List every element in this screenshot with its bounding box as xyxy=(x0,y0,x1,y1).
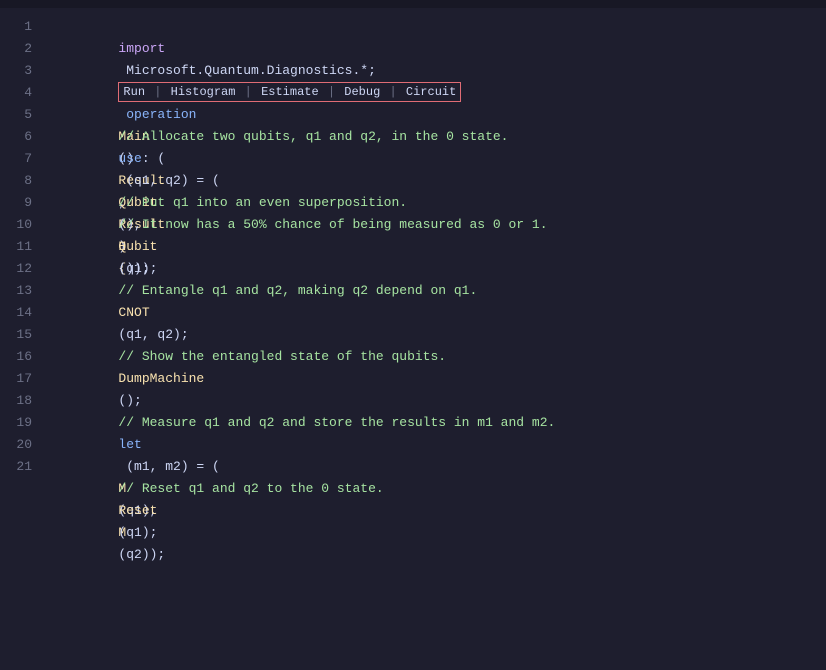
indent21 xyxy=(118,481,149,496)
code-content: import Microsoft.Quantum.Diagnostics.*; … xyxy=(48,8,826,670)
code-line-16 xyxy=(48,346,826,368)
line-num-4: 4 xyxy=(0,82,32,104)
code-line-14: // Show the entangled state of the qubit… xyxy=(48,302,826,324)
code-line-15: DumpMachine (); xyxy=(48,324,826,346)
line-num-3: 3 xyxy=(0,60,32,82)
code-line-10 xyxy=(48,214,826,236)
line-num-19: 19 xyxy=(0,412,32,434)
line-numbers: 1 2 3 4 5 6 7 8 9 10 11 12 13 14 15 16 1… xyxy=(0,8,48,670)
code-line-1: import Microsoft.Quantum.Diagnostics.*; xyxy=(48,16,826,38)
code-line-12: CNOT (q1, q2); xyxy=(48,258,826,280)
code-line-19 xyxy=(48,412,826,434)
line-num-11: 11 xyxy=(0,236,32,258)
code-line-20: // Reset q1 and q2 to the 0 state. xyxy=(48,434,826,456)
code-line-17: // Measure q1 and q2 and store the resul… xyxy=(48,368,826,390)
line-num-14: 14 xyxy=(0,302,32,324)
reset-args: (q1); xyxy=(118,525,157,540)
code-line-8: // It now has a 50% chance of being meas… xyxy=(48,170,826,192)
line-num-18: 18 xyxy=(0,390,32,412)
code-line-3: Run | Histogram | Estimate | Debug | Cir… xyxy=(48,60,826,82)
line-num-5: 5 xyxy=(0,104,32,126)
top-bar xyxy=(0,0,826,8)
code-line-6 xyxy=(48,126,826,148)
m2-args: (q2)); xyxy=(118,547,165,562)
line-num-12: 12 xyxy=(0,258,32,280)
line-num-7: 7 xyxy=(0,148,32,170)
line-num-16: 16 xyxy=(0,346,32,368)
code-line-13 xyxy=(48,280,826,302)
code-line-2 xyxy=(48,38,826,60)
code-line-7: // Put q1 into an even superposition. xyxy=(48,148,826,170)
code-area: 1 2 3 4 5 6 7 8 9 10 11 12 13 14 15 16 1… xyxy=(0,8,826,670)
line-num-17: 17 xyxy=(0,368,32,390)
editor: 1 2 3 4 5 6 7 8 9 10 11 12 13 14 15 16 1… xyxy=(0,0,826,670)
comment-line20: // Reset q1 and q2 to the 0 state. xyxy=(118,481,383,496)
code-line-5: use (q1, q2) = ( Qubit (), Qubit ()); xyxy=(48,104,826,126)
line-num-2: 2 xyxy=(0,38,32,60)
code-line-11: // Entangle q1 and q2, making q2 depend … xyxy=(48,236,826,258)
line-num-21: 21 xyxy=(0,456,32,478)
code-line-18: let (m1, m2) = ( M (q1), M (q2)); xyxy=(48,390,826,412)
line-num-9: 9 xyxy=(0,192,32,214)
code-line-21: Reset (q1); xyxy=(48,456,826,478)
line-num-1: 1 xyxy=(0,16,32,38)
line-num-10: 10 xyxy=(0,214,32,236)
line-num-15: 15 xyxy=(0,324,32,346)
line-num-8: 8 xyxy=(0,170,32,192)
code-line-4: // Allocate two qubits, q1 and q2, in th… xyxy=(48,82,826,104)
func-reset: Reset xyxy=(118,503,157,518)
code-line-9: H (q1); xyxy=(48,192,826,214)
line-num-13: 13 xyxy=(0,280,32,302)
line-num-6: 6 xyxy=(0,126,32,148)
line-num-20: 20 xyxy=(0,434,32,456)
